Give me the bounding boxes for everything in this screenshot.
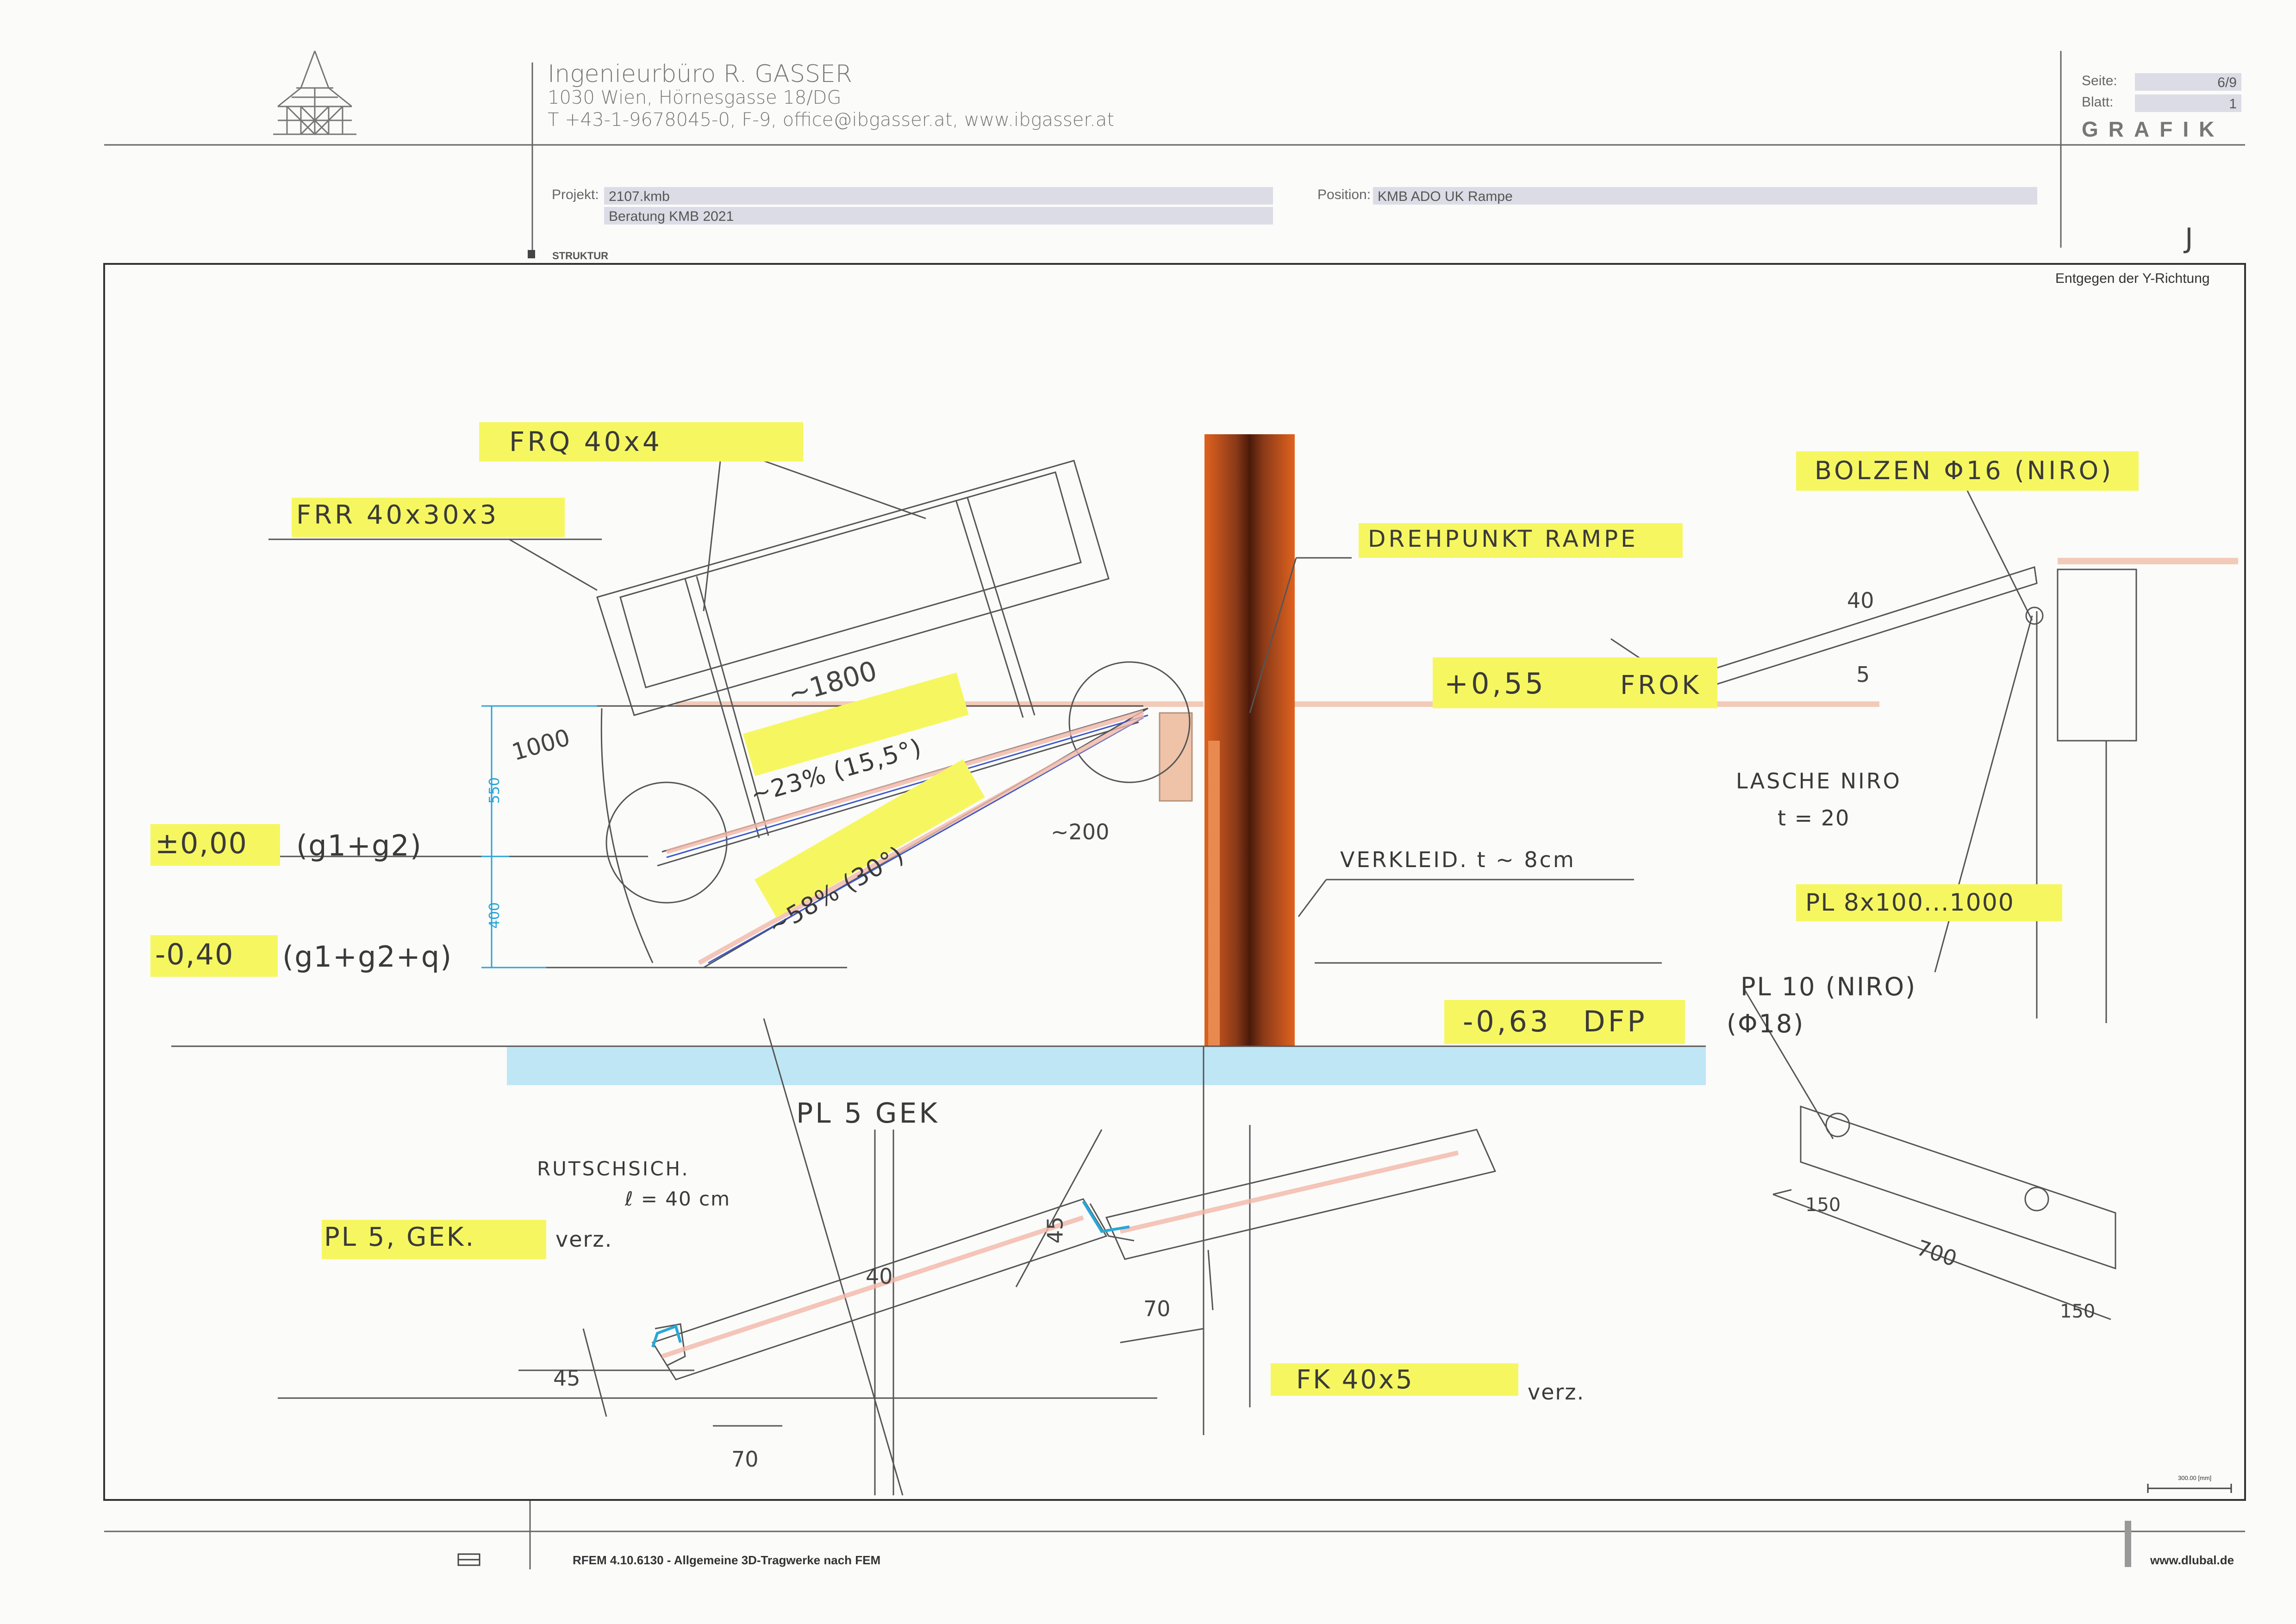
dim-5: 5: [1856, 662, 1870, 687]
label-rutsch-l: ℓ = 40 cm: [625, 1187, 731, 1210]
label-minus040-loads: (g1+g2+q): [282, 940, 453, 974]
drawing-linework: [103, 51, 2246, 1569]
label-rutsch: RUTSCHSICH.: [537, 1157, 690, 1180]
dim-d45: 45: [1042, 1216, 1068, 1244]
label-bolzen: BOLZEN Φ16 (NIRO): [1815, 456, 2114, 485]
dim-d40: 40: [866, 1264, 893, 1289]
scale-label: 300.00 [mm]: [2178, 1474, 2212, 1481]
dim-d70b: 70: [731, 1447, 759, 1472]
label-pl10: PL 10 (NIRO): [1741, 972, 1917, 1001]
label-fk-verz: verz.: [1528, 1380, 1585, 1405]
label-drehpunkt: DREHPUNKT RAMPE: [1368, 525, 1638, 552]
dim-d150a: 150: [1805, 1194, 1841, 1216]
direction-note: Entgegen der Y-Richtung: [2055, 271, 2210, 286]
label-minus063: -0,63: [1463, 1005, 1551, 1038]
label-lasche: LASCHE NIRO: [1736, 768, 1902, 793]
dim-d45b: 45: [553, 1366, 580, 1391]
label-dfp: DFP: [1583, 1005, 1647, 1038]
dim-40: 40: [1847, 588, 1874, 613]
label-zero-loads: (g1+g2): [296, 829, 422, 862]
label-minus040: -0,40: [155, 937, 234, 971]
label-lasche-t: t = 20: [1778, 806, 1850, 831]
dim-d150b: 150: [2060, 1301, 2096, 1322]
label-verz: verz.: [555, 1227, 613, 1252]
label-fok: FROK: [1620, 670, 1702, 700]
dim-approx200: ~200: [1051, 819, 1110, 844]
dim-d70a: 70: [1143, 1296, 1171, 1321]
label-frr: FRR 40x30x3: [296, 500, 499, 530]
label-zero: ±0,00: [155, 826, 248, 860]
mark-j: J: [2185, 222, 2193, 255]
label-phi18: (Φ18): [1727, 1009, 1805, 1038]
label-pl5-gek: PL 5, GEK.: [324, 1222, 476, 1252]
dim-400: 400: [487, 902, 503, 929]
footer-website: www.dlubal.de: [2150, 1553, 2234, 1567]
label-pl5-gek-top: PL 5 GEK: [796, 1097, 940, 1130]
label-plus055: +0,55: [1444, 667, 1546, 700]
label-pl8: PL 8x100...1000: [1805, 889, 2015, 917]
footer-software: RFEM 4.10.6130 - Allgemeine 3D-Tragwerke…: [573, 1553, 881, 1567]
label-fk: FK 40x5: [1296, 1365, 1414, 1395]
label-verkleid: VERKLEID. t ~ 8cm: [1340, 847, 1576, 872]
label-frq: FRQ 40x4: [509, 426, 662, 457]
dim-550: 550: [487, 777, 503, 804]
